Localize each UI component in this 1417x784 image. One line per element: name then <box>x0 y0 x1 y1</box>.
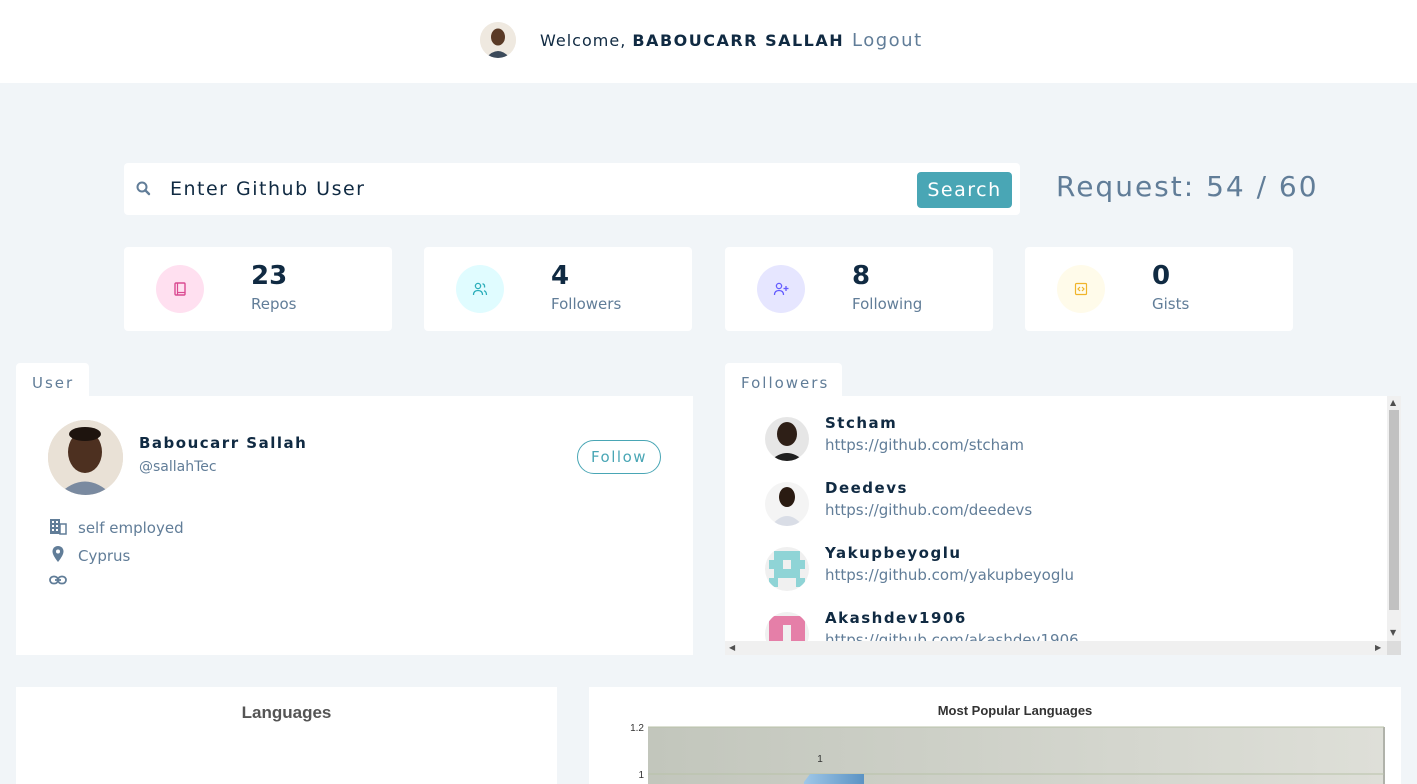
welcome-prefix: Welcome, <box>540 31 633 50</box>
user-login: @sallahTec <box>139 459 217 475</box>
followers-card: Stcham https://github.com/stcham Deedevs… <box>725 396 1401 655</box>
book-icon <box>156 265 204 313</box>
follower-link[interactable]: https://github.com/deedevs <box>825 501 1032 519</box>
follower-link[interactable]: https://github.com/yakupbeyoglu <box>825 566 1074 584</box>
vertical-scrollbar[interactable]: ▲ ▼ <box>1387 396 1401 641</box>
user-plus-icon <box>757 265 805 313</box>
languages-title: Languages <box>241 703 332 722</box>
tab-followers: Followers <box>725 363 842 396</box>
popular-languages-card: Most Popular Languages 1.2 1 1 <box>589 687 1401 784</box>
user-card: Baboucarr Sallah @sallahTec Follow self … <box>16 396 693 655</box>
stat-value: 8 <box>852 261 871 291</box>
scroll-right-icon[interactable]: ▶ <box>1375 643 1381 652</box>
stat-value: 23 <box>251 261 288 291</box>
nav-avatar <box>480 22 516 58</box>
location-text: Cyprus <box>78 547 131 565</box>
tab-user: User <box>16 363 89 396</box>
follow-button[interactable]: Follow <box>577 440 661 474</box>
stat-value: 0 <box>1152 261 1171 291</box>
stat-label: Repos <box>251 295 297 313</box>
company-text: self employed <box>78 519 184 537</box>
horizontal-scrollbar[interactable]: ◀ ▶ <box>725 641 1387 655</box>
follower-avatar <box>765 417 809 461</box>
y-tick-label: 1.2 <box>630 723 644 734</box>
users-icon <box>456 265 504 313</box>
scroll-up-icon[interactable]: ▲ <box>1390 398 1396 407</box>
follower-avatar <box>765 482 809 526</box>
stat-value: 4 <box>551 261 570 291</box>
building-icon <box>48 516 68 540</box>
follower-link[interactable]: https://github.com/stcham <box>825 436 1024 454</box>
follower-name: Yakupbeyoglu <box>825 544 962 562</box>
stat-label: Followers <box>551 295 622 313</box>
y-tick-label: 1 <box>638 770 644 781</box>
welcome-user-name: BABOUCARR SALLAH <box>632 31 845 50</box>
stat-following: 8 Following <box>725 247 993 331</box>
languages-card: Languages <box>16 687 557 784</box>
code-icon <box>1057 265 1105 313</box>
stat-gists: 0 Gists <box>1025 247 1293 331</box>
navbar: Welcome, BABOUCARR SALLAH Logout <box>0 0 1417 83</box>
follower-name: Stcham <box>825 414 898 432</box>
follower-name: Deedevs <box>825 479 908 497</box>
user-avatar <box>48 420 123 495</box>
link-icon[interactable] <box>48 570 68 594</box>
welcome-text: Welcome, BABOUCARR SALLAH <box>540 31 844 50</box>
scrollbar-corner <box>1387 641 1401 655</box>
company-row: self employed <box>48 516 184 540</box>
scroll-left-icon[interactable]: ◀ <box>729 643 735 652</box>
location-row: Cyprus <box>48 544 130 568</box>
scrollbar-thumb[interactable] <box>1389 410 1399 610</box>
stat-followers: 4 Followers <box>424 247 692 331</box>
location-pin-icon <box>48 544 68 568</box>
blog-row <box>48 570 78 594</box>
search-icon <box>134 179 154 199</box>
plot-area <box>648 727 1384 784</box>
stat-label: Following <box>852 295 923 313</box>
follower-name: Akashdev1906 <box>825 609 967 627</box>
request-counter: Request: 54 / 60 <box>1056 170 1319 203</box>
stat-label: Gists <box>1152 295 1190 313</box>
search-input[interactable] <box>170 171 900 207</box>
user-name: Baboucarr Sallah <box>139 434 308 452</box>
bar <box>804 774 864 784</box>
search-button[interactable]: Search <box>917 172 1012 208</box>
bar-data-label: 1 <box>817 754 823 765</box>
search-form: Search <box>124 163 1020 215</box>
stat-repos: 23 Repos <box>124 247 392 331</box>
scroll-down-icon[interactable]: ▼ <box>1390 628 1396 637</box>
logout-button[interactable]: Logout <box>852 30 923 51</box>
popular-languages-chart: 1.2 1 1 <box>630 723 1385 784</box>
follower-avatar <box>765 547 809 591</box>
